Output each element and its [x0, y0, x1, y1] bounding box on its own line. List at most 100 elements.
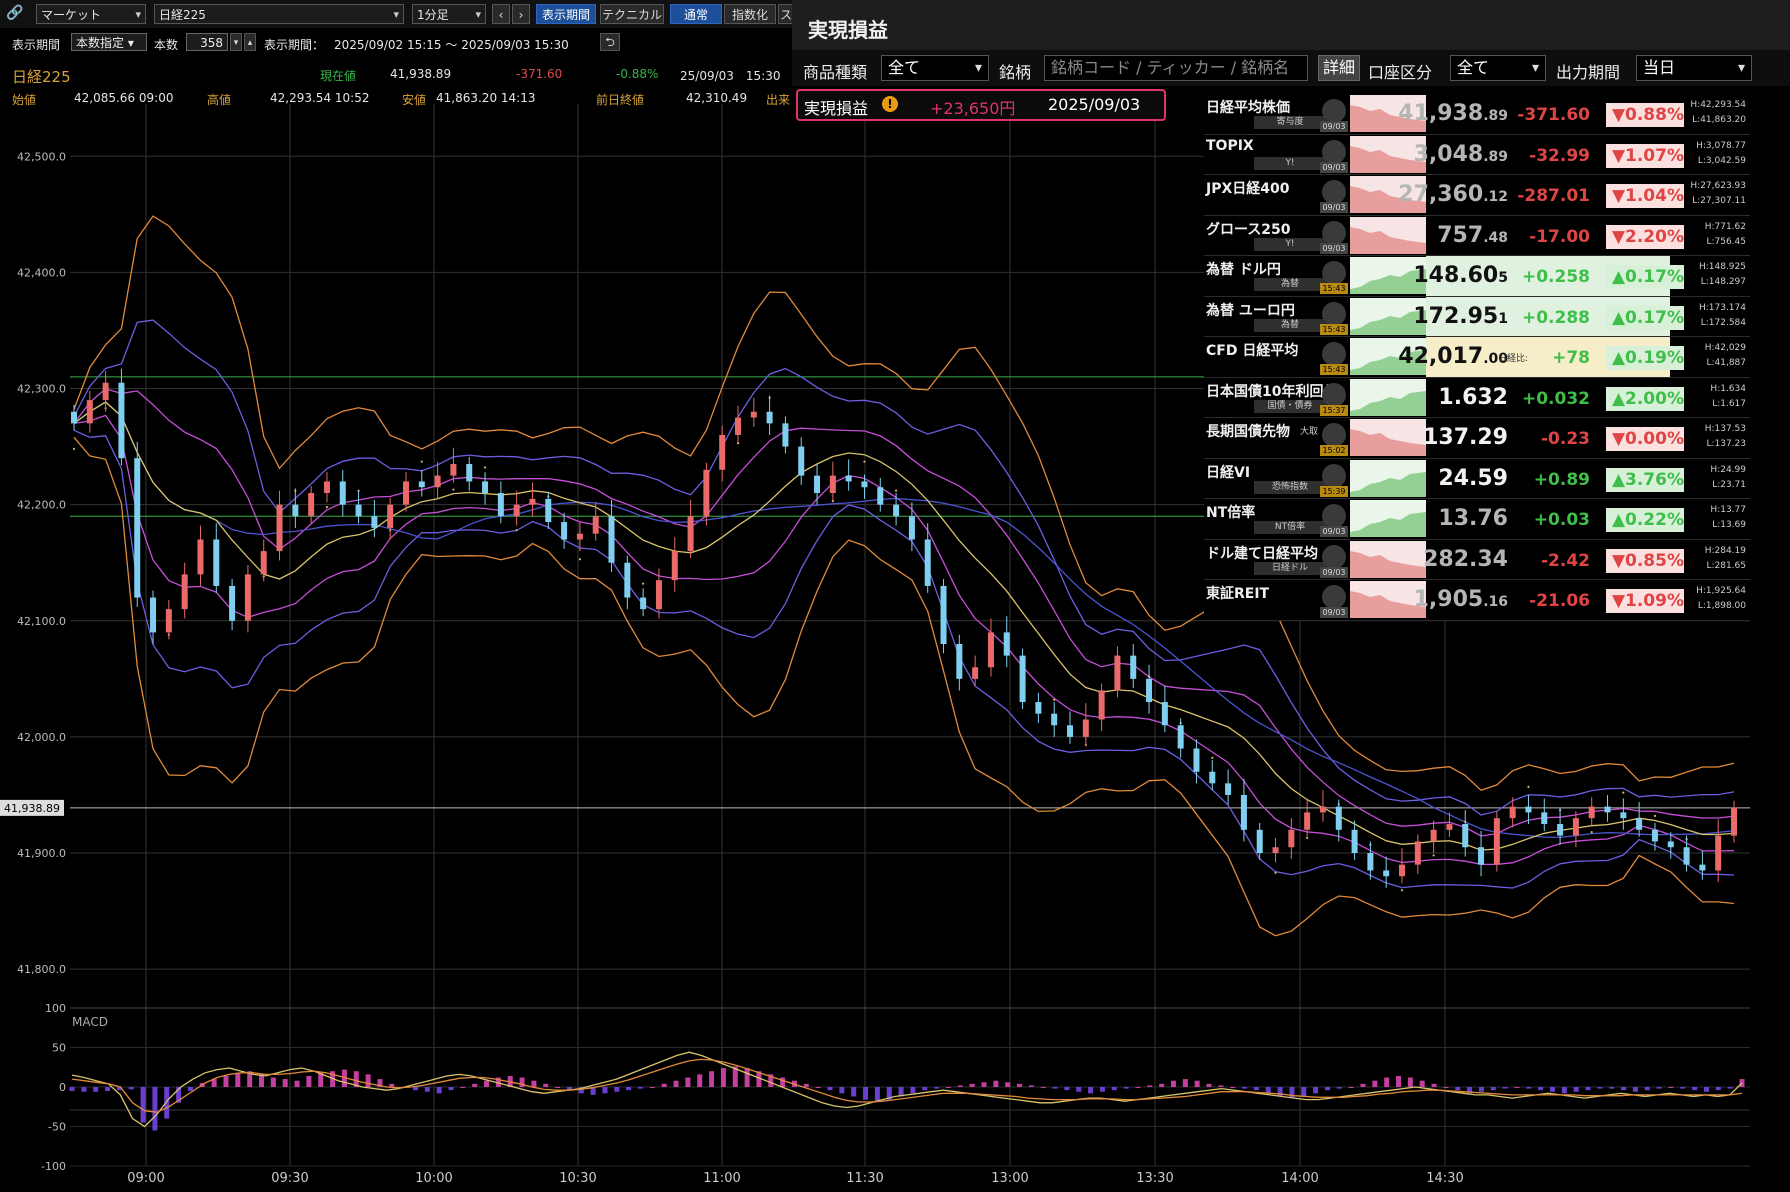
period-mode-select[interactable]: 本数指定 ▾	[71, 33, 147, 51]
index-sub-tag[interactable]: 国債・債券	[1254, 399, 1326, 413]
macd-hist-bar	[294, 1080, 300, 1087]
index-price: 3,048.89	[1414, 142, 1508, 167]
market-row[interactable]: JPX日経400 09/03 27,360.12 -287.01 ▼1.04% …	[1204, 175, 1750, 216]
flag-icon	[1322, 220, 1346, 245]
index-sub-tag[interactable]: Y!	[1254, 156, 1326, 170]
macd-tick-label: 100	[45, 1002, 66, 1015]
index-sub-tag[interactable]: 為替	[1254, 318, 1326, 332]
market-row[interactable]: 為替 ドル円 為替 15:43 148.605 +0.258 ▲0.17% H:…	[1204, 256, 1750, 297]
macd-hist-bar	[365, 1074, 371, 1087]
high-low: H:284.19 L:281.65	[1688, 544, 1746, 574]
macd-hist-bar	[1715, 1087, 1721, 1091]
market-row[interactable]: 東証REIT 09/03 1,905.16 -21.06 ▼1.09% H:1,…	[1204, 580, 1750, 621]
count-down-button[interactable]: ▾	[230, 33, 242, 51]
index-low: L:756.45	[1706, 236, 1746, 247]
index-name: ドル建て日経平均	[1206, 545, 1318, 562]
market-row[interactable]: ドル建て日経平均 日経ドル 09/03 282.34 -2.42 ▼0.85% …	[1204, 539, 1750, 580]
sar-dot	[1653, 814, 1657, 817]
market-row[interactable]: 日経VI 恐怖指数 15:39 24.59 +0.89 ▲3.76% H:24.…	[1204, 458, 1750, 499]
market-row[interactable]: CFD 日経平均 15:43 42,017.00 日経比: +78 ▲0.19%…	[1204, 337, 1750, 378]
index-price: 172.951	[1413, 304, 1508, 329]
candle-body	[1572, 818, 1579, 836]
market-row[interactable]: 日経平均株価 寄与度 09/03 41,938.89 -371.60 ▼0.88…	[1204, 94, 1750, 135]
candle-body	[1351, 829, 1358, 854]
index-button[interactable]: 指数化	[724, 4, 776, 24]
index-price: 42,017.00	[1398, 344, 1508, 369]
candle-body	[1667, 841, 1674, 848]
candle-body	[1161, 702, 1168, 726]
index-low: L:281.65	[1706, 560, 1746, 571]
market-row[interactable]: グロース250 Y! 09/03 757.48 -17.00 ▼2.20% H:…	[1204, 215, 1750, 256]
macd-hist-bar	[1194, 1080, 1200, 1087]
index-low: L:137.23	[1706, 439, 1746, 449]
market-row[interactable]: NT倍率 NT倍率 09/03 13.76 +0.03 ▲0.22% H:13.…	[1204, 499, 1750, 540]
normal-button[interactable]: 通常	[670, 4, 722, 24]
reset-icon[interactable]: ⮌	[600, 33, 620, 51]
detail-button[interactable]: 詳細	[1318, 55, 1360, 81]
sar-dot	[72, 447, 76, 451]
product-select[interactable]: 全て	[881, 55, 989, 81]
sar-dot	[1211, 756, 1214, 759]
candle-body	[1051, 713, 1058, 726]
symbol-select[interactable]: 日経225	[154, 4, 404, 25]
macd-hist-bar	[223, 1075, 229, 1087]
macd-hist-bar	[282, 1079, 288, 1087]
index-high: H:137.53	[1704, 424, 1746, 434]
candle-body	[229, 585, 236, 621]
candle-body	[766, 411, 773, 424]
count-input[interactable]: 358	[186, 33, 228, 51]
macd-hist-bar	[424, 1087, 430, 1092]
update-time: 09/03	[1320, 202, 1348, 213]
count-up-button[interactable]: ▴	[244, 33, 256, 51]
high-low: H:173.174 L:172.584	[1688, 301, 1746, 331]
index-sub-tag[interactable]: 為替	[1254, 278, 1326, 291]
candle-body	[1620, 812, 1627, 819]
candle-body	[1731, 807, 1737, 836]
prev-arrow-button[interactable]: ‹	[492, 4, 510, 24]
macd-hist-bar	[1692, 1087, 1698, 1091]
index-name: 長期国債先物	[1206, 424, 1290, 440]
market-row[interactable]: 長期国債先物 大取 15:02 137.29 -0.23 ▼0.00% H:13…	[1204, 418, 1750, 459]
symbol-input[interactable]: 銘柄コード / ティッカー / 銘柄名	[1044, 55, 1308, 81]
high-low: H:1,925.64 L:1,898.00	[1688, 584, 1746, 614]
link-icon[interactable]: 🔗	[6, 5, 23, 21]
next-arrow-button[interactable]: ›	[512, 4, 530, 24]
candle-body	[323, 481, 330, 494]
realized-pl-value: +23,650円	[930, 99, 1016, 118]
period-output-select[interactable]: 当日	[1636, 55, 1752, 81]
sar-dot	[1432, 854, 1435, 857]
index-sub-tag[interactable]: Y!	[1254, 237, 1326, 251]
market-row[interactable]: 為替 ユーロ円 為替 15:43 172.951 +0.288 ▲0.17% H…	[1204, 296, 1750, 337]
interval-select[interactable]: 1分足	[412, 4, 486, 25]
macd-hist-bar	[685, 1077, 691, 1087]
candle-body	[434, 475, 441, 488]
candle-body	[1525, 806, 1532, 813]
period-button[interactable]: 表示期間	[536, 4, 596, 24]
index-high: H:284.19	[1704, 545, 1746, 556]
index-name: CFD 日経平均	[1206, 343, 1299, 359]
index-change: -0.23	[1541, 429, 1590, 449]
index-change: +78	[1552, 348, 1590, 368]
index-sub-tag[interactable]: 寄与度	[1254, 116, 1326, 129]
high-low: H:27,623.93 L:27,307.11	[1688, 179, 1746, 209]
macd-hist-bar	[1159, 1083, 1165, 1087]
macd-hist-bar	[1052, 1087, 1058, 1089]
account-select[interactable]: 全て	[1450, 55, 1546, 81]
index-suffix: 大取	[1300, 427, 1319, 437]
candle-body	[1003, 632, 1010, 656]
market-row[interactable]: TOPIX Y! 09/03 3,048.89 -32.99 ▼1.07% H:…	[1204, 134, 1750, 175]
macd-hist-bar	[1597, 1087, 1603, 1089]
index-sub-tag[interactable]: 日経ドル	[1254, 561, 1326, 575]
macd-hist-bar	[626, 1087, 632, 1091]
index-price-int: 148.60	[1413, 263, 1499, 288]
index-sub-tag[interactable]: 恐怖指数	[1254, 480, 1326, 494]
index-high: H:27,623.93	[1690, 181, 1746, 191]
index-sub-tag[interactable]: NT倍率	[1254, 521, 1326, 534]
macd-hist-bar	[81, 1087, 87, 1092]
candle-body	[1478, 847, 1485, 865]
index-change-pct: ▲0.22%	[1606, 508, 1684, 532]
market-select[interactable]: マーケット	[36, 4, 146, 25]
market-row[interactable]: 日本国債10年利回り 国債・債券 15:37 1.632 +0.032 ▲2.0…	[1204, 377, 1750, 418]
warning-icon[interactable]: !	[882, 96, 898, 112]
technical-button[interactable]: テクニカル	[600, 4, 664, 24]
